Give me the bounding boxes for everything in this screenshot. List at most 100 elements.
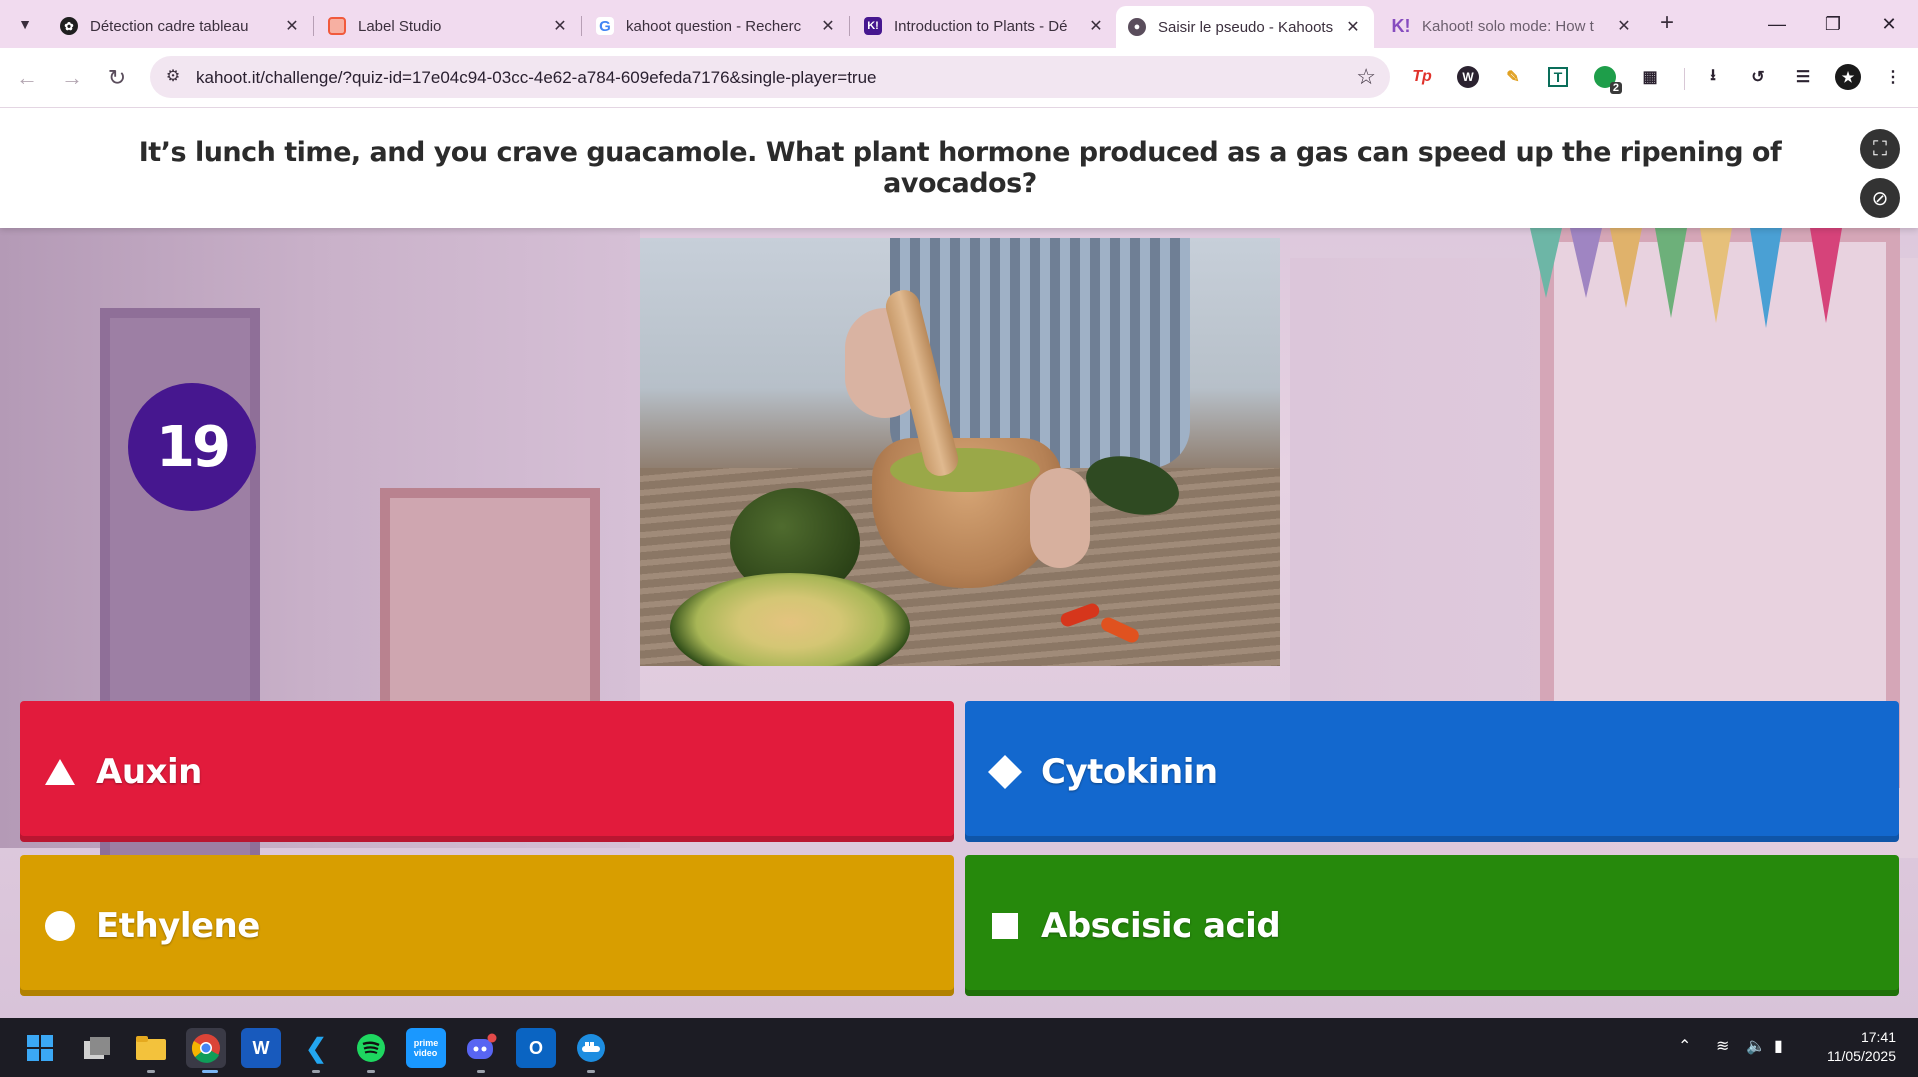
kebab-menu-icon[interactable]: ⋮ [1878,62,1908,92]
tab-search-button[interactable]: ▼ [8,8,42,40]
word-icon[interactable]: W [241,1028,281,1068]
discord-icon[interactable] [461,1028,501,1068]
tab-intro-plants[interactable]: K! Introduction to Plants - Dé ✕ [852,6,1117,46]
kahoot-game-page: It’s lunch time, and you crave guacamole… [0,108,1918,1018]
extension-badge: 2 [1609,82,1622,94]
close-icon[interactable]: ✕ [819,16,837,36]
vscode-icon[interactable]: ❮ [296,1028,336,1068]
close-icon[interactable]: ✕ [551,16,569,36]
windows-start-icon[interactable] [20,1028,60,1068]
minimize-button[interactable]: — [1752,4,1802,44]
bunting-flag [1610,228,1642,308]
docker-icon[interactable] [571,1028,611,1068]
clock-time: 17:41 [1860,1029,1896,1045]
restore-button[interactable]: ❐ [1808,4,1858,44]
windows-taskbar: W ❮ prime video O ⌃ ≋ 🔈 ▮ 17:41 11/05/202… [0,1018,1918,1077]
media-control-icon[interactable]: ☰ [1788,62,1818,92]
fullscreen-icon: ⛶ [1873,137,1887,160]
bunting-flag [1655,228,1687,318]
answer-button-abscisic-acid[interactable]: Abscisic acid [965,855,1899,996]
tab-saisir-pseudo[interactable]: ● Saisir le pseudo - Kahoots ✕ [1116,6,1374,48]
new-tab-button[interactable]: + [1652,8,1682,40]
running-indicator [147,1070,155,1073]
running-indicator [312,1070,320,1073]
fullscreen-button[interactable]: ⛶ [1860,129,1900,169]
tp-extension-icon[interactable]: Tp [1407,62,1437,92]
extensions-puzzle-icon[interactable]: ▦ [1635,62,1665,92]
answer-label: Abscisic acid [1041,905,1281,946]
bunting-flag [1750,228,1782,328]
browser-toolbar: ← → ↻ ⚙ kahoot.it/challenge/?quiz-id=17e… [0,48,1918,108]
tab-strip: ▼ ✿ Détection cadre tableau ✕ Label Stud… [0,0,1918,48]
tab-title: Détection cadre tableau [90,17,249,35]
answer-button-ethylene[interactable]: Ethylene [20,855,954,996]
volume-icon[interactable]: 🔈 [1746,1036,1766,1056]
tab-detection[interactable]: ✿ Détection cadre tableau ✕ [48,6,313,46]
mute-button[interactable]: ⊘ [1860,178,1900,218]
close-icon[interactable]: ✕ [1615,16,1633,36]
close-icon[interactable]: ✕ [283,16,301,36]
pencil-extension-icon[interactable]: ✎ [1498,62,1528,92]
question-title: It’s lunch time, and you crave guacamole… [138,137,1782,199]
active-indicator [202,1070,218,1073]
label-studio-icon [328,17,346,35]
close-window-button[interactable]: ✕ [1864,4,1914,44]
url-text[interactable]: kahoot.it/challenge/?quiz-id=17e04c94-03… [196,68,877,88]
image-guacamole [890,448,1040,492]
clock-date: 11/05/2025 [1826,1048,1896,1064]
diamond-icon [985,752,1025,792]
file-explorer-icon[interactable] [131,1028,171,1068]
sound-off-icon: ⊘ [1871,187,1889,210]
tab-divider [581,16,582,36]
reload-button[interactable]: ↻ [100,61,134,95]
address-bar[interactable]: ⚙ kahoot.it/challenge/?quiz-id=17e04c94-… [150,56,1390,98]
back-button[interactable]: ← [10,61,44,95]
spotify-icon[interactable] [351,1028,391,1068]
kahoot-icon: K! [864,17,882,35]
tab-kahoot-solo[interactable]: K! Kahoot! solo mode: How t ✕ [1380,6,1645,46]
answer-label: Ethylene [96,905,260,946]
performance-icon[interactable]: ↺ [1743,62,1773,92]
tab-divider [849,16,850,36]
answer-label: Auxin [96,751,202,792]
shield-extension-icon[interactable]: 2 [1590,62,1622,94]
tab-title: Introduction to Plants - Dé [894,17,1068,35]
prime-video-icon[interactable]: prime video [406,1028,446,1068]
kahoot-k-icon: K! [1391,15,1411,36]
tab-google-search[interactable]: G kahoot question - Recherc ✕ [584,6,849,46]
profile-avatar[interactable]: ★ [1833,62,1863,92]
system-clock[interactable]: 17:41 11/05/2025 [1827,1028,1896,1066]
wifi-icon[interactable]: ≋ [1716,1036,1729,1056]
running-indicator [587,1070,595,1073]
outlook-icon[interactable]: O [516,1028,556,1068]
w-extension-icon[interactable]: W [1453,62,1483,92]
show-hidden-icons-icon[interactable]: ⌃ [1678,1036,1691,1056]
text-extension-icon[interactable]: T [1543,62,1573,92]
answer-label: Cytokinin [1041,751,1218,792]
square-icon [985,906,1025,946]
chrome-icon[interactable] [186,1028,226,1068]
answer-button-cytokinin[interactable]: Cytokinin [965,701,1899,842]
image-hand [1030,468,1090,568]
running-indicator [477,1070,485,1073]
toolbar-divider [1684,68,1685,90]
globe-icon: ● [1128,18,1146,36]
tab-label-studio[interactable]: Label Studio ✕ [316,6,581,46]
tab-title: kahoot question - Recherc [626,17,802,35]
openai-icon: ✿ [60,17,78,35]
download-icon[interactable]: ⭳ [1698,62,1728,92]
answer-button-auxin[interactable]: Auxin [20,701,954,842]
battery-icon[interactable]: ▮ [1774,1036,1783,1056]
bookmark-star-icon[interactable]: ☆ [1356,64,1376,90]
bunting-flag [1810,228,1842,323]
running-indicator [367,1070,375,1073]
close-icon[interactable]: ✕ [1344,17,1362,37]
tab-divider [313,16,314,36]
tab-title: Label Studio [358,17,442,35]
bunting-flag [1570,228,1602,298]
countdown-timer: 19 [128,383,256,511]
forward-button[interactable]: → [55,61,89,95]
site-settings-icon[interactable]: ⚙ [162,66,184,88]
close-icon[interactable]: ✕ [1087,16,1105,36]
task-view-icon[interactable] [77,1028,117,1068]
